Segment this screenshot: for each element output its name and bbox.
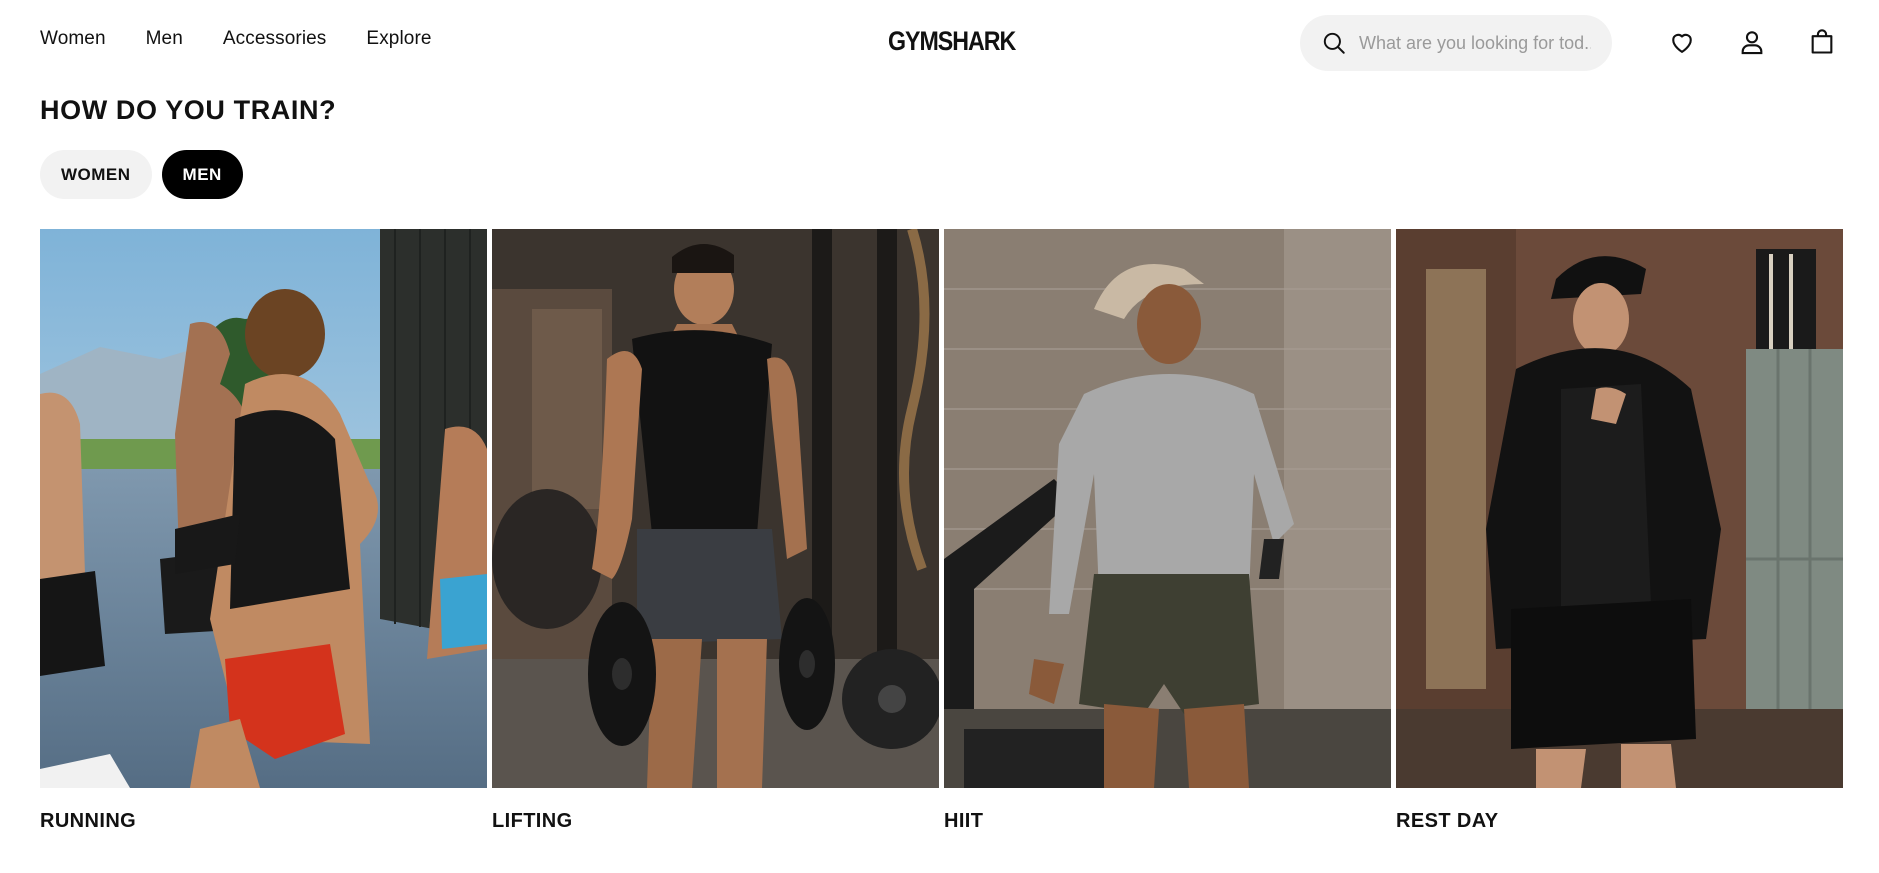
rest-day-photo[interactable] (1396, 229, 1843, 788)
hiit-photo[interactable] (944, 229, 1391, 788)
training-cards: RUNNING LIFTING HIIT REST DAY (40, 229, 1843, 833)
card-hiit-label: HIIT (944, 810, 984, 832)
nav-explore[interactable]: Explore (366, 28, 431, 50)
card-hiit[interactable]: HIIT (944, 229, 1391, 833)
search-bar[interactable] (1300, 15, 1612, 71)
nav-accessories[interactable]: Accessories (223, 28, 327, 50)
nav-women[interactable]: Women (40, 28, 106, 50)
brand-logo[interactable]: GYMSHARK (888, 26, 1016, 58)
card-lifting-label: LIFTING (492, 810, 573, 832)
search-input[interactable] (1359, 32, 1591, 54)
nav-men[interactable]: Men (146, 28, 183, 50)
lifting-photo[interactable] (492, 229, 939, 788)
bag-icon[interactable] (1808, 28, 1836, 56)
card-rest-day[interactable]: REST DAY (1396, 229, 1843, 833)
main-nav: Women Men Accessories Explore (40, 28, 432, 50)
gender-toggle: WOMEN MEN (40, 150, 243, 199)
toggle-women-button[interactable]: WOMEN (40, 150, 152, 199)
card-rest-day-label: REST DAY (1396, 810, 1499, 832)
running-photo[interactable] (40, 229, 487, 788)
section-title: HOW DO YOU TRAIN? (40, 95, 337, 125)
account-icon[interactable] (1738, 28, 1766, 56)
card-running[interactable]: RUNNING (40, 229, 487, 833)
card-running-label: RUNNING (40, 810, 137, 832)
site-header: Women Men Accessories Explore GYMSHARK (0, 0, 1879, 84)
card-lifting[interactable]: LIFTING (492, 229, 939, 833)
toggle-men-button[interactable]: MEN (161, 150, 243, 199)
heart-icon[interactable] (1668, 28, 1696, 56)
search-icon[interactable] (1321, 30, 1347, 56)
